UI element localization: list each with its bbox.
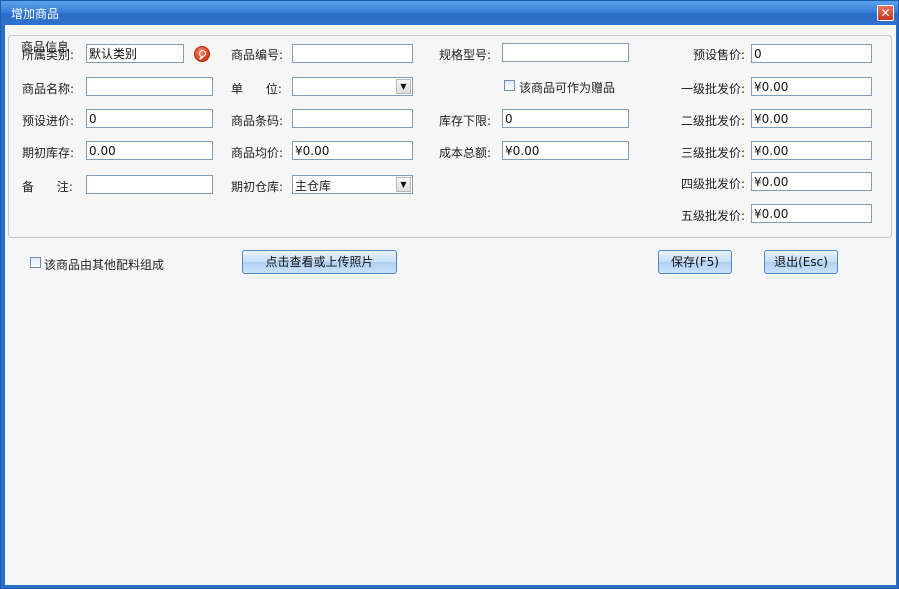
stock-min-label: 库存下限: [439, 114, 492, 128]
init-stock-field[interactable] [86, 141, 213, 160]
name-label: 商品名称: [22, 82, 75, 96]
code-field[interactable] [292, 44, 413, 63]
warehouse-label: 期初仓库: [231, 180, 284, 194]
wholesale2-field[interactable] [751, 109, 872, 128]
spec-label: 规格型号: [439, 48, 492, 62]
photo-button[interactable]: 点击查看或上传照片 [242, 250, 397, 274]
warehouse-value: 主仓库 [295, 179, 332, 193]
category-field[interactable] [86, 44, 184, 63]
wholesale5-field[interactable] [751, 204, 872, 223]
name-field[interactable] [86, 77, 213, 96]
wholesale5-label: 五级批发价: [680, 209, 745, 223]
remark-label: 备 注: [22, 180, 73, 194]
avg-price-field[interactable] [292, 141, 413, 160]
wholesale1-field[interactable] [751, 77, 872, 96]
gift-checkbox[interactable] [504, 80, 515, 91]
chevron-down-icon[interactable]: ▼ [396, 177, 411, 192]
stock-min-field[interactable] [502, 109, 629, 128]
gift-checkbox-label[interactable]: 该商品可作为赠品 [519, 79, 615, 96]
cost-total-field[interactable] [502, 141, 629, 160]
avg-price-label: 商品均价: [231, 146, 284, 160]
barcode-label: 商品条码: [231, 114, 284, 128]
barcode-field[interactable] [292, 109, 413, 128]
chevron-down-icon[interactable]: ▼ [396, 79, 411, 94]
add-product-window: 增加商品 ✕ 商品信息 所属类别: 商品名称: 预设进价: 期初库存: 备 注:… [0, 0, 899, 589]
preset-buy-field[interactable] [86, 109, 213, 128]
dialog-body: 商品信息 所属类别: 商品名称: 预设进价: 期初库存: 备 注: 商品编号: … [5, 25, 896, 585]
save-button[interactable]: 保存(F5) [658, 250, 732, 274]
preset-sale-label: 预设售价: [692, 48, 745, 62]
search-icon[interactable] [194, 46, 210, 62]
remark-field[interactable] [86, 175, 213, 194]
wholesale1-label: 一级批发价: [680, 82, 745, 96]
category-label: 所属类别: [22, 48, 75, 62]
warehouse-select[interactable]: 主仓库 ▼ [292, 175, 413, 194]
cost-total-label: 成本总额: [439, 146, 492, 160]
close-button[interactable]: ✕ [877, 5, 894, 21]
wholesale3-field[interactable] [751, 141, 872, 160]
compose-checkbox-label[interactable]: 该商品由其他配料组成 [44, 256, 164, 273]
wholesale4-label: 四级批发价: [680, 177, 745, 191]
wholesale4-field[interactable] [751, 172, 872, 191]
code-label: 商品编号: [231, 48, 284, 62]
compose-checkbox[interactable] [30, 257, 41, 268]
wholesale3-label: 三级批发价: [680, 146, 745, 160]
preset-buy-label: 预设进价: [22, 114, 75, 128]
unit-label: 单 位: [231, 82, 282, 96]
spec-field[interactable] [502, 43, 629, 62]
title-bar[interactable]: 增加商品 ✕ [1, 1, 898, 25]
unit-select[interactable]: ▼ [292, 77, 413, 96]
window-title: 增加商品 [11, 7, 60, 21]
init-stock-label: 期初库存: [22, 146, 75, 160]
wholesale2-label: 二级批发价: [680, 114, 745, 128]
exit-button[interactable]: 退出(Esc) [764, 250, 838, 274]
preset-sale-field[interactable] [751, 44, 872, 63]
